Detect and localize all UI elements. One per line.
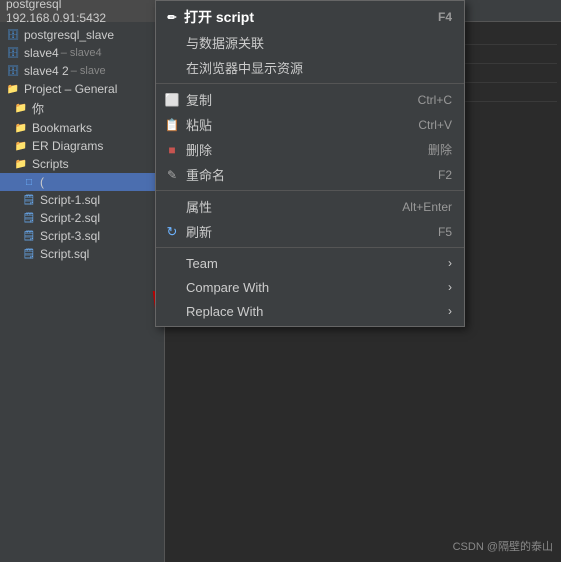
item-sub: – slave [71, 65, 106, 77]
folder-icon: 📁 [14, 121, 28, 135]
item-label: Script-1.sql [40, 193, 100, 207]
menu-item-rename[interactable]: ✎ 重命名 F2 [156, 162, 464, 187]
separator [156, 83, 464, 84]
menu-shortcut: Ctrl+C [418, 93, 452, 107]
folder-icon: 📁 [14, 139, 28, 153]
menu-item-label: 粘贴 [186, 115, 212, 134]
menu-item-replace-with[interactable]: Replace With › [156, 299, 464, 323]
menu-item-label: 复制 [186, 90, 212, 109]
context-menu: ✏ 打开 script F4 与数据源关联 在浏览器中显示资源 ⬜ 复制 Ctr… [155, 0, 465, 327]
menu-item-label: Replace With [186, 304, 263, 319]
watermark: CSDN @隔壁的泰山 [453, 538, 553, 554]
item-sub: – slave4 [61, 47, 102, 59]
item-label: slave4 [24, 46, 59, 60]
item-label: Script-2.sql [40, 211, 100, 225]
menu-item-label: 与数据源关联 [186, 33, 264, 52]
script-icon: 🗒 [22, 193, 36, 207]
menu-item-label: 重命名 [186, 165, 225, 184]
list-item[interactable]: 🗒 Script.sql [0, 245, 164, 263]
list-item[interactable]: □ ( [0, 173, 164, 191]
db-icon: 🗄 [6, 28, 20, 42]
list-item[interactable]: 📁 Project – General [0, 80, 164, 98]
menu-item-properties[interactable]: 属性 Alt+Enter [156, 194, 464, 219]
menu-item-label: 属性 [186, 197, 212, 216]
separator [156, 190, 464, 191]
paste-icon: 📋 [164, 117, 180, 133]
file-tree-panel: postgresql 192.168.0.91:5432 🗄 postgresq… [0, 0, 165, 562]
folder-icon: 📁 [14, 102, 28, 116]
menu-item-team[interactable]: Team › [156, 251, 464, 275]
top-bar-text: postgresql 192.168.0.91:5432 [6, 0, 158, 25]
script-icon: □ [22, 175, 36, 189]
menu-shortcut: F4 [438, 10, 452, 24]
script-icon: 🗒 [22, 247, 36, 261]
script-icon: 🗒 [22, 211, 36, 225]
list-item[interactable]: 🗄 slave4 – slave4 [0, 44, 164, 62]
menu-item-open-script[interactable]: ✏ 打开 script F4 [156, 4, 464, 30]
edit-icon: ✏ [164, 9, 180, 25]
list-item[interactable]: 📁 ER Diagrams [0, 137, 164, 155]
list-item[interactable]: 📁 Scripts [0, 155, 164, 173]
separator [156, 247, 464, 248]
menu-item-paste[interactable]: 📋 粘贴 Ctrl+V [156, 112, 464, 137]
rename-icon: ✎ [164, 167, 180, 183]
item-label: ER Diagrams [32, 139, 103, 153]
item-label: postgresql_slave [24, 28, 114, 42]
menu-shortcut: Alt+Enter [402, 200, 452, 214]
list-item[interactable]: 🗄 postgresql_slave [0, 26, 164, 44]
list-item[interactable]: 📁 你 [0, 98, 164, 119]
menu-item-label: 删除 [186, 140, 212, 159]
menu-item-label: Compare With [186, 280, 269, 295]
item-label: Script.sql [40, 247, 89, 261]
menu-item-link-datasource[interactable]: 与数据源关联 [156, 30, 464, 55]
menu-item-label: 在浏览器中显示资源 [186, 58, 303, 77]
item-label: slave4 2 [24, 64, 69, 78]
refresh-icon: ↻ [164, 224, 180, 240]
menu-item-label: Team [186, 256, 218, 271]
menu-item-refresh[interactable]: ↻ 刷新 F5 [156, 219, 464, 244]
list-item[interactable]: 🗒 Script-1.sql [0, 191, 164, 209]
copy-icon: ⬜ [164, 92, 180, 108]
menu-shortcut: F2 [438, 168, 452, 182]
list-item[interactable]: 📁 Bookmarks [0, 119, 164, 137]
top-bar: postgresql 192.168.0.91:5432 [0, 0, 164, 22]
db-icon: 🗄 [6, 46, 20, 60]
db-icon: 🗄 [6, 64, 20, 78]
menu-item-compare-with[interactable]: Compare With › [156, 275, 464, 299]
menu-item-show-browser[interactable]: 在浏览器中显示资源 [156, 55, 464, 80]
menu-shortcut: 删除 [428, 141, 452, 158]
file-tree: 🗄 postgresql_slave 🗄 slave4 – slave4 🗄 s… [0, 22, 164, 267]
menu-item-label: 刷新 [186, 222, 212, 241]
item-label: Bookmarks [32, 121, 92, 135]
item-label: 你 [32, 100, 44, 117]
item-label: Project – General [24, 82, 117, 96]
menu-shortcut: F5 [438, 225, 452, 239]
list-item[interactable]: 🗄 slave4 2 – slave [0, 62, 164, 80]
delete-icon: ■ [164, 142, 180, 158]
submenu-arrow-icon: › [448, 304, 452, 318]
item-label: Script-3.sql [40, 229, 100, 243]
list-item[interactable]: 🗒 Script-3.sql [0, 227, 164, 245]
item-label: ( [40, 175, 44, 189]
folder-icon: 📁 [6, 82, 20, 96]
folder-icon: 📁 [14, 157, 28, 171]
item-label: Scripts [32, 157, 69, 171]
submenu-arrow-icon: › [448, 256, 452, 270]
menu-item-delete[interactable]: ■ 删除 删除 [156, 137, 464, 162]
watermark-text: CSDN @隔壁的泰山 [453, 541, 553, 553]
submenu-arrow-icon: › [448, 280, 452, 294]
script-icon: 🗒 [22, 229, 36, 243]
list-item[interactable]: 🗒 Script-2.sql [0, 209, 164, 227]
menu-shortcut: Ctrl+V [418, 118, 452, 132]
menu-item-label: 打开 script [184, 7, 254, 27]
menu-item-copy[interactable]: ⬜ 复制 Ctrl+C [156, 87, 464, 112]
